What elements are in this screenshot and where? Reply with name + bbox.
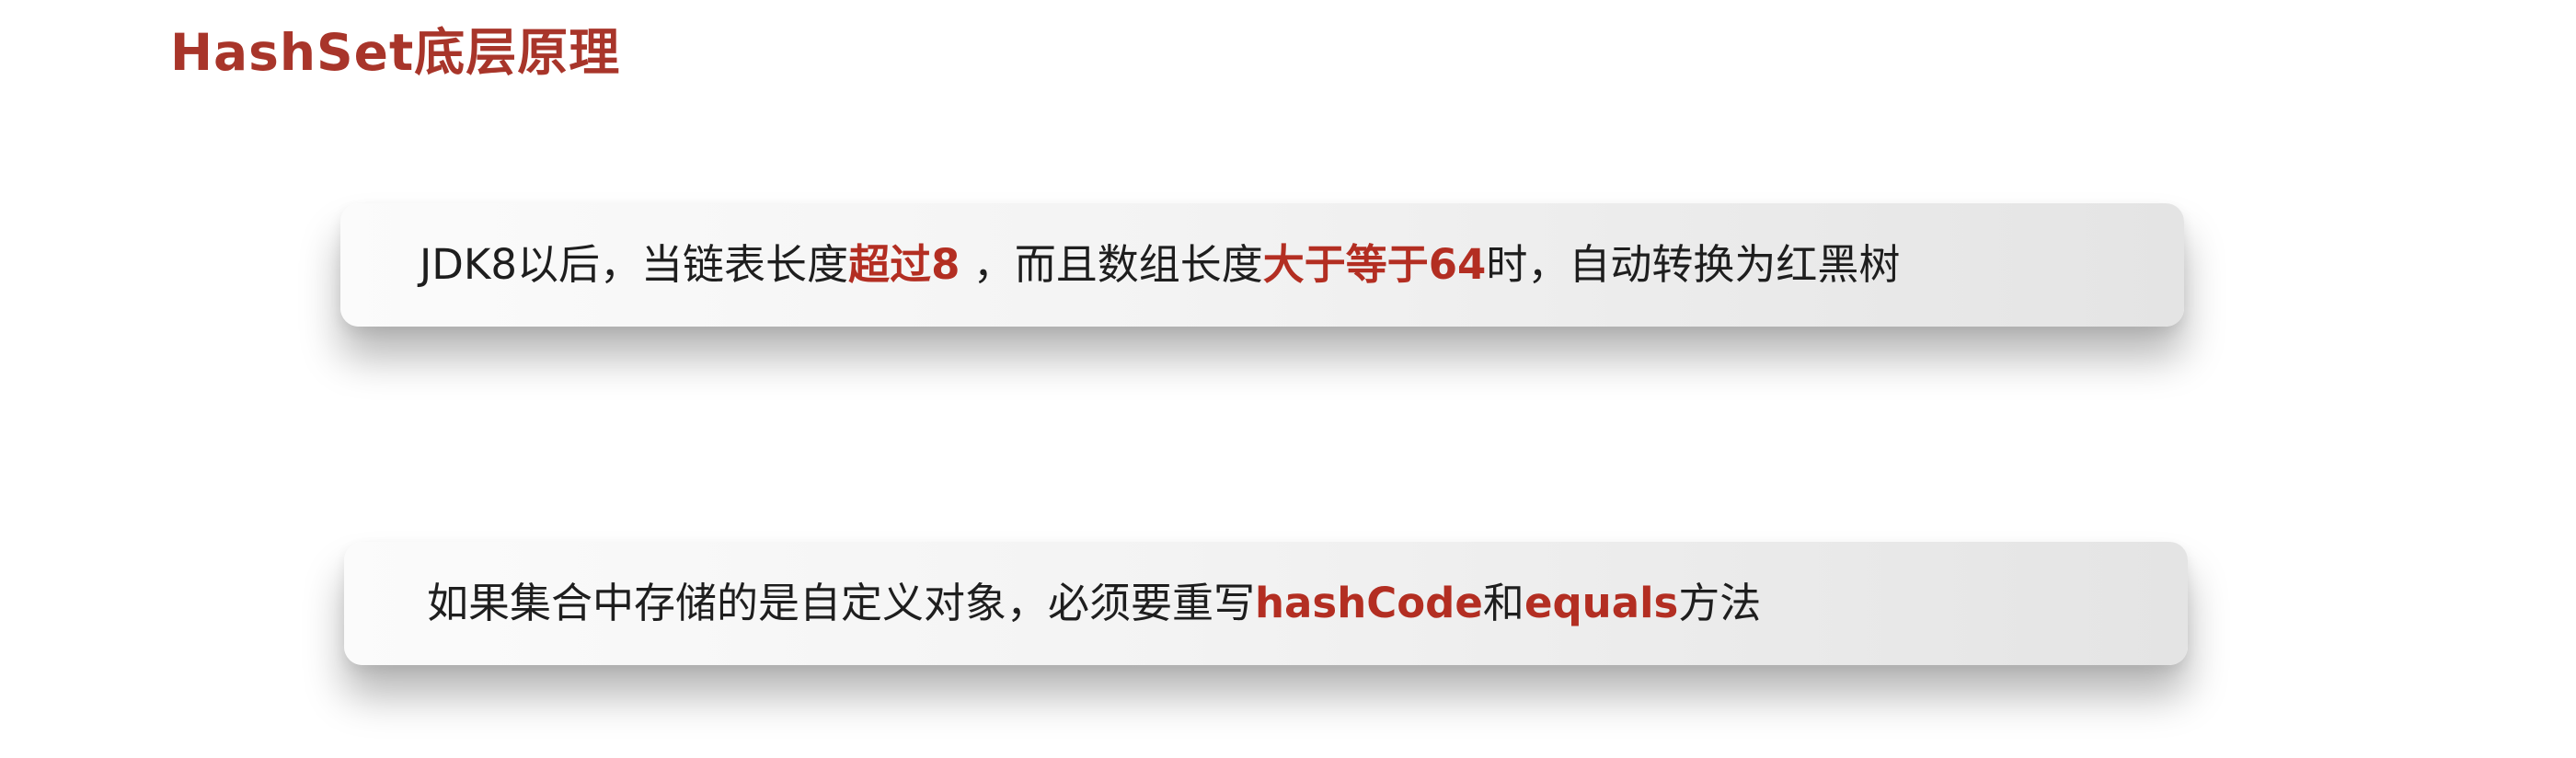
text-segment: 方法 [1678,579,1762,627]
page-title: HashSet底层原理 [170,23,621,82]
info-card-treeify: JDK8以后，当链表长度超过8 ，而且数组长度大于等于64时，自动转换为红黑树 [340,203,2184,327]
highlight-threshold-64: 大于等于64 [1262,240,1487,289]
info-card-text: JDK8以后，当链表长度超过8 ，而且数组长度大于等于64时，自动转换为红黑树 [420,203,1900,327]
info-card-text: 如果集合中存储的是自定义对象，必须要重写hashCode和equals方法 [427,542,1761,665]
info-card-custom-object: 如果集合中存储的是自定义对象，必须要重写hashCode和equals方法 [344,542,2188,665]
highlight-hashcode: hashCode [1255,579,1483,627]
highlight-equals: equals [1524,579,1679,627]
text-segment: 如果集合中存储的是自定义对象，必须要重写 [427,579,1256,627]
text-segment: JDK8以后，当链表长度 [420,240,849,289]
highlight-threshold-8: 超过8 [848,240,960,289]
text-segment: ，而且数组长度 [960,240,1263,289]
text-segment: 和 [1482,579,1524,627]
text-segment: 时，自动转换为红黑树 [1486,240,1901,289]
